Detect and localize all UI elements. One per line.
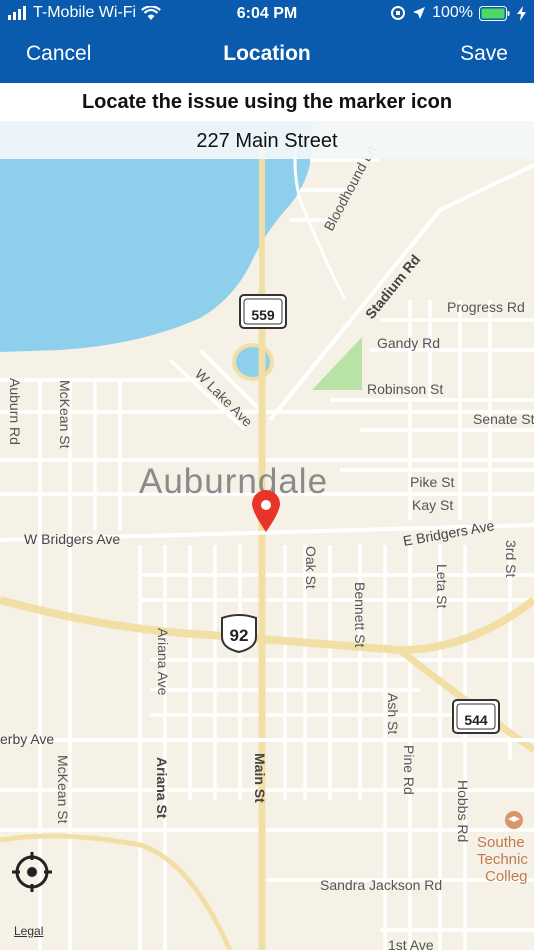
road-label-mckean-top: McKean St [57,380,73,449]
road-label-main: Main St [252,753,268,803]
road-label-wbridgers: W Bridgers Ave [24,531,120,547]
charging-icon [517,5,526,21]
pond [232,343,274,381]
road-label-first: 1st Ave [388,937,434,950]
road-label-progress: Progress Rd [447,299,525,315]
road-label-mckean-bottom: McKean St [55,755,71,824]
road-label-kay: Kay St [412,497,453,513]
instruction-banner: Locate the issue using the marker icon [0,83,534,121]
page-title: Location [223,42,311,65]
road-label-ariana-ave: Ariana Ave [155,628,171,696]
current-location-icon[interactable] [10,850,54,894]
road-label-senate: Senate St [473,411,534,427]
route-shield-544: 544 [452,699,500,734]
route-shield-559: 559 [239,294,287,329]
road-label-oak: Oak St [303,546,319,589]
svg-text:92: 92 [230,626,249,645]
road-label-ash: Ash St [385,693,401,734]
navigation-bar: Cancel Location Save [0,28,534,83]
orientation-lock-icon [391,6,406,20]
svg-text:559: 559 [251,307,275,323]
svg-text:544: 544 [464,712,488,728]
status-right: 100% [390,4,526,22]
battery-icon [479,5,510,21]
route-shield-92: 92 [221,614,257,654]
road-label-derby: erby Ave [0,731,54,747]
map-view[interactable]: Bloodhound Ln Stadium Rd Progress Rd Gan… [0,121,534,950]
road-label-leta: Leta St [434,564,450,608]
svg-text:Technic: Technic [477,851,528,868]
battery-percent: 100% [432,4,473,21]
road-label-sandra: Sandra Jackson Rd [320,877,442,893]
legal-link[interactable]: Legal [14,924,43,938]
road-label-third: 3rd St [503,540,519,577]
location-arrow-icon [413,7,426,19]
road-label-bennett: Bennett St [352,582,368,647]
svg-text:Colleg: Colleg [485,868,528,885]
road-label-pine: Pine Rd [401,745,417,795]
city-label: Auburndale [139,462,328,501]
road-label-gandy: Gandy Rd [377,335,440,351]
svg-text:Southe: Southe [477,834,525,851]
address-display: 227 Main Street [0,121,534,159]
road-label-ariana-st: Ariana St [154,757,170,819]
road-label-hobbs: Hobbs Rd [455,780,471,842]
road-label-auburn: Auburn Rd [7,378,23,445]
road-label-robinson: Robinson St [367,381,443,397]
save-button[interactable]: Save [460,42,508,66]
road-label-pike: Pike St [410,474,454,490]
status-bar: T-Mobile Wi-Fi 6:04 PM 100% [0,0,534,28]
